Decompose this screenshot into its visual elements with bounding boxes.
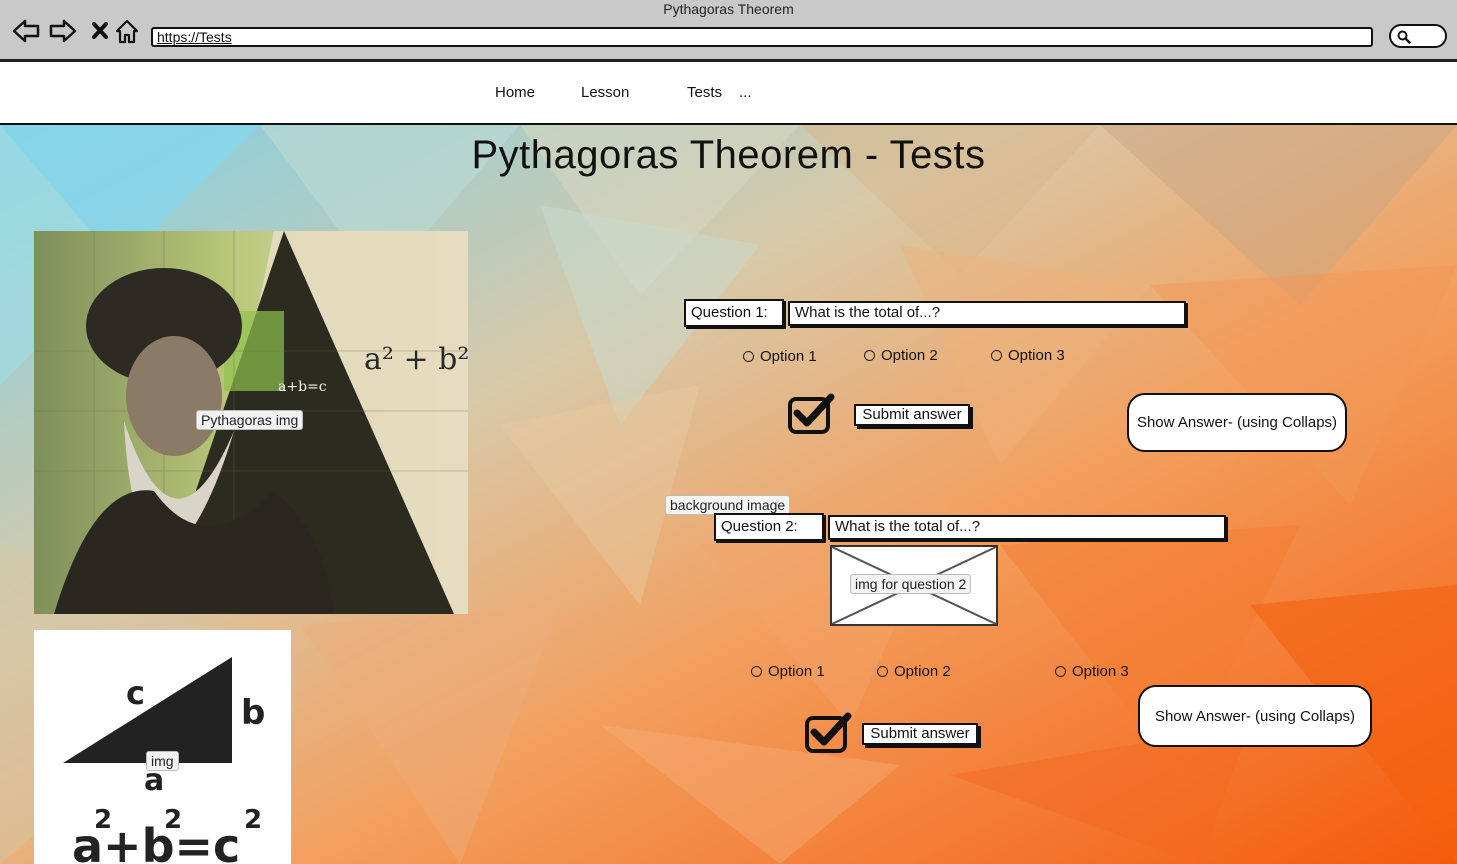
formula-image: c b a a+b=c 2 2 2 img (34, 630, 291, 864)
close-icon[interactable] (86, 17, 114, 45)
browser-chrome: Pythagoras Theorem https://Tests (0, 0, 1457, 62)
q1-option3-radio[interactable]: Option 3 (991, 347, 1065, 364)
triangle-b-label: b (241, 693, 265, 733)
pythagoras-image-label: Pythagoras img (196, 410, 304, 430)
triangle-c-label: c (126, 674, 145, 712)
pythagoras-formula-text: a² + b² = c² (364, 342, 468, 377)
question2-label: Question 2: (714, 513, 824, 541)
background-image-label: background image (665, 495, 791, 515)
q1-show-answer-button[interactable]: Show Answer- (using Collaps) (1127, 393, 1347, 452)
q1-option1-radio[interactable]: Option 1 (743, 348, 817, 365)
formula-image-label: img (146, 751, 179, 771)
nav-more[interactable]: ... (739, 84, 752, 101)
q2-submit-button[interactable]: Submit answer (862, 723, 978, 745)
q1-submit-button[interactable]: Submit answer (854, 404, 970, 426)
nav-lesson[interactable]: Lesson (581, 84, 629, 101)
question1-text: What is the total of...? (788, 301, 1186, 326)
q2-option3-radio[interactable]: Option 3 (1055, 663, 1129, 680)
search-icon (1397, 30, 1411, 44)
window-title: Pythagoras Theorem (663, 1, 794, 17)
main-nav: Home Lesson Tests ... (0, 62, 1457, 125)
nav-tests[interactable]: Tests (687, 84, 722, 101)
page-title: Pythagoras Theorem - Tests (471, 133, 986, 177)
pythagoras-small-formula-text: a+b=c (278, 379, 327, 395)
question2-image-label: img for question 2 (850, 574, 972, 594)
exponent-a: 2 (94, 805, 112, 835)
checkbox-checked-icon[interactable] (787, 393, 835, 435)
q2-option2-radio[interactable]: Option 2 (877, 663, 951, 680)
back-arrow-icon[interactable] (12, 17, 40, 45)
home-icon[interactable] (113, 17, 141, 45)
q1-option2-radio[interactable]: Option 2 (864, 347, 938, 364)
pythagoras-image: a² + b² = c² a+b=c Pythagoras img (34, 231, 468, 614)
search-button[interactable] (1389, 24, 1447, 48)
nav-home[interactable]: Home (495, 84, 535, 101)
exponent-c: 2 (244, 805, 262, 835)
question2-text: What is the total of...? (828, 515, 1226, 540)
url-input[interactable]: https://Tests (151, 27, 1373, 47)
exponent-b: 2 (164, 805, 182, 835)
question1-label: Question 1: (684, 299, 784, 327)
question2-image: img for question 2 (830, 545, 998, 626)
forward-arrow-icon[interactable] (49, 17, 77, 45)
checkbox-checked-icon[interactable] (804, 712, 852, 754)
main-content: Pythagoras Theorem - Tests a² + b² = c² … (0, 125, 1457, 864)
q2-option1-radio[interactable]: Option 1 (751, 663, 825, 680)
q2-show-answer-button[interactable]: Show Answer- (using Collaps) (1138, 685, 1372, 747)
